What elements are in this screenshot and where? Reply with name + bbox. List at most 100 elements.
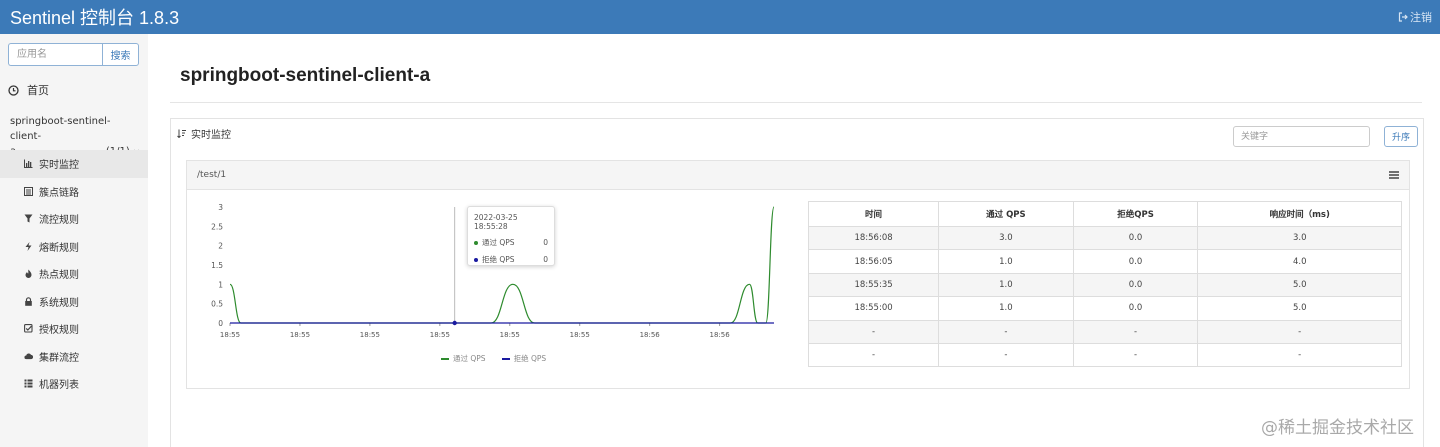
sidebar-item-system-rules[interactable]: 系统规则 bbox=[0, 288, 148, 316]
table-cell: - bbox=[938, 319, 1074, 344]
check-square-icon bbox=[24, 324, 33, 333]
table-cell: 0.0 bbox=[1072, 296, 1199, 321]
table-cell: 4.0 bbox=[1197, 249, 1402, 274]
sort-amount-icon bbox=[177, 129, 186, 138]
y-tick-label: 1.5 bbox=[211, 261, 223, 270]
table-cell: 0.0 bbox=[1072, 272, 1199, 298]
qps-chart: 3 2.5 2 1.5 1 0.5 0 18:55 18:55 18:55 18:55 18:55 18… bbox=[187, 190, 807, 389]
table-cell: - bbox=[1197, 342, 1402, 368]
sidebar-item-home[interactable]: 首页 bbox=[8, 82, 49, 98]
sidebar-item-label: 授权规则 bbox=[39, 325, 79, 337]
search-button[interactable]: 搜索 bbox=[102, 43, 139, 66]
app-name-line1: springboot-sentinel-client- bbox=[10, 116, 111, 142]
table-cell: 18:56:05 bbox=[807, 249, 940, 274]
table-header-row: 时间 通过 QPS 拒绝QPS 响应时间（ms) bbox=[807, 201, 1402, 227]
sidebar-menu: 实时监控 簇点链路 流控规则 熔断规则 热点规则 系统规则 授权规则 集群流控 … bbox=[0, 150, 148, 398]
list-icon bbox=[24, 186, 33, 196]
logout-label: 注销 bbox=[1410, 11, 1432, 24]
legend-item-block[interactable]: 拒绝 QPS bbox=[501, 353, 547, 364]
bolt-icon bbox=[24, 241, 33, 251]
table-cell: 18:56:08 bbox=[807, 225, 940, 251]
y-tick-label: 2 bbox=[218, 242, 223, 251]
table-cell: 0.0 bbox=[1072, 249, 1199, 274]
filter-icon bbox=[24, 214, 33, 223]
home-label: 首页 bbox=[27, 84, 49, 97]
x-tick-label: 18:55 bbox=[360, 331, 380, 339]
legend-label-block: 拒绝 QPS bbox=[513, 354, 547, 363]
table-cell: - bbox=[807, 342, 940, 368]
table-cell: - bbox=[1072, 342, 1199, 368]
tooltip-pass-label: 通过 QPS bbox=[482, 238, 515, 247]
legend-swatch-pass bbox=[441, 357, 449, 360]
sidebar-item-cluster-point-link[interactable]: 簇点链路 bbox=[0, 178, 148, 206]
x-tick-label: 18:55 bbox=[290, 331, 310, 339]
sign-out-icon bbox=[1398, 12, 1408, 22]
sidebar-item-machine-list[interactable]: 机器列表 bbox=[0, 370, 148, 398]
table-cell: 5.0 bbox=[1197, 272, 1402, 298]
legend-item-pass[interactable]: 通过 QPS bbox=[441, 353, 486, 364]
table-cell: 1.0 bbox=[938, 296, 1074, 321]
bar-chart-icon bbox=[24, 159, 33, 169]
chart-legend: 通过 QPS 拒绝 QPS bbox=[441, 353, 546, 364]
table-cell: - bbox=[938, 342, 1074, 368]
sidebar-item-label: 系统规则 bbox=[39, 297, 79, 309]
table-cell: 0.0 bbox=[1072, 225, 1199, 251]
main-content: springboot-sentinel-client-a 实时监控 升序 /te… bbox=[148, 34, 1440, 447]
tooltip-block-label: 拒绝 QPS bbox=[482, 255, 515, 264]
y-tick-label: 3 bbox=[218, 203, 223, 212]
table-cell: 3.0 bbox=[1197, 225, 1402, 251]
watermark: @稀土掘金技术社区 bbox=[1261, 418, 1414, 438]
tooltip-row-pass: 通过 QPS 0 bbox=[474, 237, 548, 248]
x-tick-label: 18:55 bbox=[220, 331, 240, 339]
keyword-input[interactable] bbox=[1233, 126, 1370, 147]
app-search-input[interactable] bbox=[8, 43, 102, 66]
y-tick-label: 0.5 bbox=[211, 300, 223, 309]
menu-icon[interactable] bbox=[1389, 171, 1399, 179]
resource-name: /test/1 bbox=[197, 170, 227, 180]
table-cell: - bbox=[807, 319, 940, 344]
table-cell: 1.0 bbox=[938, 249, 1074, 274]
sidebar-item-authority-rules[interactable]: 授权规则 bbox=[0, 315, 148, 343]
hover-point bbox=[452, 320, 457, 326]
x-tick-label: 18:55 bbox=[500, 331, 520, 339]
legend-swatch-block bbox=[501, 357, 510, 360]
sidebar-item-flow-rules[interactable]: 流控规则 bbox=[0, 205, 148, 233]
table-cell: - bbox=[1197, 319, 1402, 344]
panel-heading: 实时监控 bbox=[177, 126, 231, 141]
table-row: - - - - bbox=[807, 342, 1402, 368]
table-row: 18:55:00 1.0 0.0 5.0 bbox=[807, 296, 1402, 321]
sort-order-button[interactable]: 升序 bbox=[1384, 126, 1418, 147]
sidebar-item-label: 簇点链路 bbox=[39, 187, 79, 199]
sidebar-item-degrade-rules[interactable]: 熔断规则 bbox=[0, 233, 148, 261]
legend-label-pass: 通过 QPS bbox=[453, 354, 486, 363]
top-bar: Sentinel 控制台 1.8.3 注销 bbox=[0, 0, 1440, 34]
y-tick-label: 2.5 bbox=[211, 222, 223, 231]
table-cell: 18:55:35 bbox=[807, 272, 940, 298]
table-row: 18:56:08 3.0 0.0 3.0 bbox=[807, 225, 1402, 251]
block-dot bbox=[474, 257, 478, 262]
sidebar-item-hotspot-rules[interactable]: 热点规则 bbox=[0, 260, 148, 288]
table-row: - - - - bbox=[807, 319, 1402, 344]
table-cell: 18:55:00 bbox=[807, 296, 940, 321]
app-search: 搜索 bbox=[8, 43, 139, 66]
logout-link[interactable]: 注销 bbox=[1398, 9, 1432, 25]
fire-icon bbox=[24, 269, 33, 279]
cloud-icon bbox=[24, 352, 33, 361]
table-row: 18:56:05 1.0 0.0 4.0 bbox=[807, 249, 1402, 274]
title-divider bbox=[170, 102, 1422, 103]
sidebar-item-cluster-flow[interactable]: 集群流控 bbox=[0, 343, 148, 371]
server-list-icon bbox=[24, 379, 33, 388]
panel-heading-label: 实时监控 bbox=[191, 130, 231, 141]
sidebar-item-realtime-monitor[interactable]: 实时监控 bbox=[0, 150, 148, 178]
sidebar-item-label: 集群流控 bbox=[39, 352, 79, 364]
x-tick-label: 18:55 bbox=[430, 331, 450, 339]
clock-icon bbox=[8, 84, 19, 96]
table-row: 18:55:35 1.0 0.0 5.0 bbox=[807, 272, 1402, 298]
sidebar-item-label: 机器列表 bbox=[39, 380, 79, 392]
resource-card: /test/1 3 2.5 2 1.5 1 0.5 0 18:55 18:55 18:55 18:5… bbox=[186, 160, 1410, 389]
page-title: springboot-sentinel-client-a bbox=[180, 65, 431, 86]
table-cell: - bbox=[1072, 319, 1199, 344]
table-cell: 1.0 bbox=[938, 272, 1074, 298]
column-header: 拒绝QPS bbox=[1072, 201, 1199, 227]
pass-dot bbox=[474, 240, 478, 245]
